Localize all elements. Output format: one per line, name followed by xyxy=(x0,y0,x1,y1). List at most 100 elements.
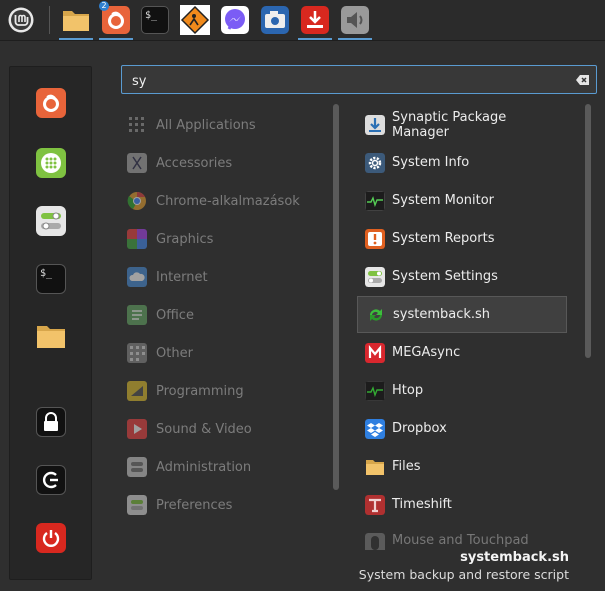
app-htop[interactable]: Htop xyxy=(357,372,567,409)
mint-menu-button[interactable] xyxy=(2,2,40,38)
category-accessories[interactable]: Accessories xyxy=(127,144,332,182)
code-icon xyxy=(127,381,147,401)
app-label: systemback.sh xyxy=(393,307,491,322)
taskbar-screenshot[interactable] xyxy=(256,2,294,38)
search-input[interactable] xyxy=(130,70,564,92)
monitor-icon xyxy=(365,190,385,211)
taskbar-terminal[interactable]: $_ xyxy=(136,2,174,38)
favorite-shutdown[interactable] xyxy=(36,523,66,553)
mega-icon xyxy=(365,342,385,363)
category-graphics[interactable]: Graphics xyxy=(127,220,332,258)
mouse-icon xyxy=(365,533,385,550)
scissors-icon xyxy=(127,153,147,173)
favorite-terminal[interactable]: $_ xyxy=(36,264,66,294)
app-synaptic-package-manager[interactable]: Synaptic Package Manager xyxy=(357,106,567,143)
app-system-info[interactable]: System Info xyxy=(357,144,567,181)
taskbar-warning-app[interactable] xyxy=(176,2,214,38)
category-chrome-apps[interactable]: Chrome-alkalmazások xyxy=(127,182,332,220)
app-mouse-touchpad[interactable]: Mouse and Touchpad xyxy=(357,524,567,550)
taskbar-sound[interactable] xyxy=(336,2,374,40)
app-timeshift[interactable]: Timeshift xyxy=(357,486,567,523)
folder-icon xyxy=(63,11,89,31)
app-systemback[interactable]: systemback.sh xyxy=(357,296,567,333)
taskbar-firefox[interactable]: 2 xyxy=(97,1,135,40)
category-label: Administration xyxy=(156,459,252,475)
lock-icon xyxy=(44,412,58,431)
app-label: Dropbox xyxy=(392,421,447,436)
app-system-settings[interactable]: System Settings xyxy=(357,258,567,295)
grid-icon xyxy=(41,153,61,173)
download-icon xyxy=(301,6,329,34)
preferences-icon xyxy=(127,495,147,515)
category-label: Accessories xyxy=(156,155,233,171)
app-system-reports[interactable]: System Reports xyxy=(357,220,567,257)
report-icon xyxy=(365,228,385,249)
linux-mint-logo-icon xyxy=(8,7,34,33)
folder-icon xyxy=(366,459,384,475)
app-megasync[interactable]: MEGAsync xyxy=(357,334,567,371)
category-other[interactable]: Other xyxy=(127,334,332,372)
taskbar: 2 $_ xyxy=(0,0,605,41)
favorite-files[interactable] xyxy=(36,321,66,351)
synaptic-icon xyxy=(365,114,385,135)
application-menu: $_ sy All Applications Accessories Chrom… xyxy=(0,41,605,591)
speaker-icon xyxy=(341,6,369,34)
category-internet[interactable]: Internet xyxy=(127,258,332,296)
taskbar-files[interactable] xyxy=(57,2,95,40)
category-label: Sound & Video xyxy=(156,421,252,437)
logout-icon xyxy=(42,471,58,489)
messenger-icon xyxy=(221,6,249,34)
camera-icon xyxy=(261,6,289,34)
category-administration[interactable]: Administration xyxy=(127,448,332,486)
warning-sign-icon xyxy=(180,5,210,35)
category-label: Internet xyxy=(156,269,208,285)
app-label: System Monitor xyxy=(392,193,495,208)
category-office[interactable]: Office xyxy=(127,296,332,334)
selected-app-description: System backup and restore script xyxy=(358,567,569,582)
app-system-monitor[interactable]: System Monitor xyxy=(357,182,567,219)
app-label: System Reports xyxy=(392,231,495,246)
notification-badge: 2 xyxy=(99,1,109,11)
app-label: MEGAsync xyxy=(392,345,461,360)
clear-search-icon[interactable] xyxy=(576,73,590,87)
taskbar-messenger[interactable] xyxy=(216,2,254,38)
category-preferences[interactable]: Preferences xyxy=(127,486,332,524)
search-box xyxy=(121,65,597,94)
favorite-lock-screen[interactable] xyxy=(36,407,66,437)
favorite-software-manager[interactable] xyxy=(36,148,66,178)
app-label: Timeshift xyxy=(392,497,452,512)
panel-separator xyxy=(49,6,50,34)
category-sound-video[interactable]: Sound & Video xyxy=(127,410,332,448)
taskbar-downloader[interactable] xyxy=(296,2,334,40)
grid-icon xyxy=(129,117,144,132)
chrome-icon xyxy=(127,192,146,210)
app-files[interactable]: Files xyxy=(357,448,567,485)
category-label: Preferences xyxy=(156,497,233,513)
grid-icon xyxy=(127,343,147,363)
category-label: Graphics xyxy=(156,231,214,247)
app-dropbox[interactable]: Dropbox xyxy=(357,410,567,447)
category-label: Office xyxy=(156,307,194,323)
favorite-system-settings[interactable] xyxy=(36,206,66,236)
document-icon xyxy=(127,305,147,325)
gear-icon xyxy=(365,152,385,173)
selected-app-title: systemback.sh xyxy=(460,550,569,565)
folder-icon xyxy=(37,326,65,348)
timeshift-icon xyxy=(365,494,385,515)
power-icon xyxy=(42,530,60,547)
dropbox-icon xyxy=(365,418,385,439)
toggle-icon xyxy=(365,266,385,287)
app-label: Synaptic Package Manager xyxy=(392,109,507,140)
categories-scrollbar[interactable] xyxy=(333,104,339,490)
category-all-applications[interactable]: All Applications xyxy=(127,106,332,144)
admin-icon xyxy=(127,457,147,477)
category-programming[interactable]: Programming xyxy=(127,372,332,410)
favorite-firefox[interactable] xyxy=(36,88,66,118)
app-label: System Settings xyxy=(392,269,498,284)
play-icon xyxy=(127,419,147,439)
category-label: Other xyxy=(156,345,193,361)
favorite-logout[interactable] xyxy=(36,465,66,495)
apps-scrollbar[interactable] xyxy=(585,104,591,358)
refresh-icon xyxy=(370,308,382,321)
app-label: System Info xyxy=(392,155,470,170)
